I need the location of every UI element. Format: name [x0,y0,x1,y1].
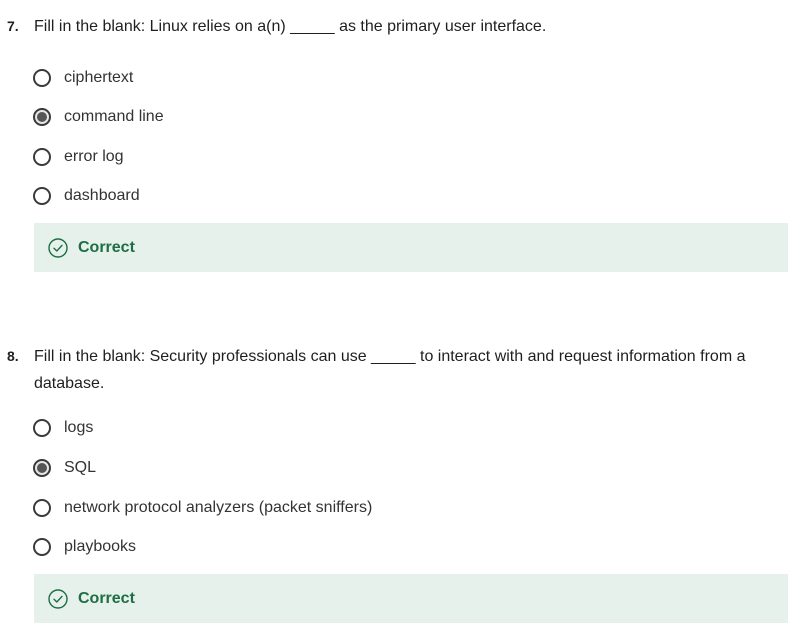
question-text: Fill in the blank: Security professional… [34,348,746,392]
radio-button[interactable] [33,499,51,517]
question-number: 8. [7,348,19,364]
feedback-correct: Correct [34,574,788,623]
option-label: logs [64,419,94,436]
option-ciphertext[interactable]: ciphertext [33,66,133,90]
option-label: playbooks [64,538,137,555]
option-playbooks[interactable]: playbooks [33,535,136,559]
radio-button[interactable] [33,69,51,87]
option-logs[interactable]: logs [33,416,93,440]
feedback-text: Correct [78,589,135,607]
radio-button[interactable] [33,187,51,205]
feedback-correct: Correct [34,223,788,272]
option-dashboard[interactable]: dashboard [33,184,140,208]
option-network-protocol-analyzers[interactable]: network protocol analyzers (packet sniff… [33,496,372,520]
feedback-text: Correct [78,238,135,256]
question-number: 7. [7,18,19,34]
check-circle-icon [48,588,68,609]
check-circle-icon [48,237,68,258]
option-label: command line [64,108,164,125]
radio-button-selected[interactable] [33,459,51,477]
radio-button-selected[interactable] [33,108,51,126]
option-command-line[interactable]: command line [33,105,164,129]
radio-button[interactable] [33,148,51,166]
option-sql[interactable]: SQL [33,456,96,480]
option-label: network protocol analyzers (packet sniff… [64,499,373,516]
option-label: SQL [64,459,97,476]
option-label: error log [64,148,124,165]
option-error-log[interactable]: error log [33,145,124,169]
radio-button[interactable] [33,419,51,437]
option-label: ciphertext [64,69,134,86]
option-label: dashboard [64,187,140,204]
question-text: Fill in the blank: Linux relies on a(n) … [34,18,547,35]
radio-button[interactable] [33,538,51,556]
